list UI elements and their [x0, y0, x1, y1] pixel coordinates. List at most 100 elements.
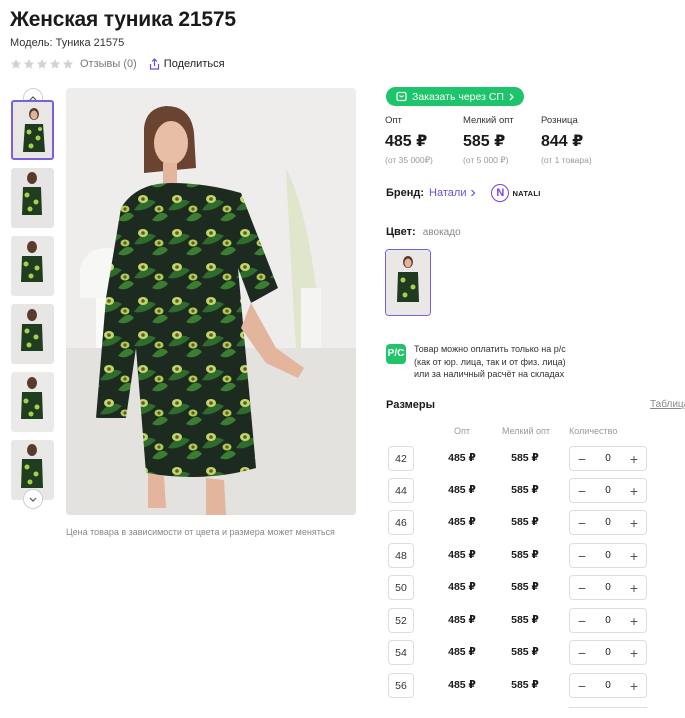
size-row: 54 485 ₽ 585 ₽ − 0 + — [388, 640, 678, 665]
minus-icon[interactable]: − — [575, 548, 589, 564]
thumbs-down-button[interactable] — [23, 489, 43, 509]
star-icon — [50, 59, 60, 69]
plus-icon[interactable]: + — [627, 483, 641, 499]
quantity-value[interactable]: 0 — [605, 485, 611, 496]
payment-line-3: или за наличный расчёт на складах — [414, 369, 565, 379]
thumbnail-5[interactable] — [11, 372, 54, 432]
plus-icon[interactable]: + — [627, 678, 641, 694]
minus-icon[interactable]: − — [575, 580, 589, 596]
size-price-opt: 485 ₽ — [448, 614, 476, 626]
price-value: 485 ₽ — [385, 133, 428, 150]
quantity-value[interactable]: 0 — [605, 680, 611, 691]
minus-icon[interactable]: − — [575, 483, 589, 499]
size-table-link[interactable]: Таблица — [650, 399, 685, 410]
plus-icon[interactable]: + — [627, 645, 641, 661]
color-swatch-avocado[interactable] — [385, 249, 431, 316]
plus-icon[interactable]: + — [627, 580, 641, 596]
price-melk-opt: Мелкий опт 585 ₽ (от 5 000 ₽) — [463, 115, 541, 166]
price-caption: Цена товара в зависимости от цвета и раз… — [66, 527, 335, 537]
chevron-right-icon — [509, 93, 514, 100]
share-button[interactable]: Поделиться — [149, 58, 225, 70]
size-label: 54 — [388, 640, 414, 665]
cart-icon — [396, 91, 407, 102]
size-row: 46 485 ₽ 585 ₽ − 0 + — [388, 510, 678, 535]
size-label: 46 — [388, 510, 414, 535]
product-model: Модель: Туника 21575 — [10, 37, 125, 49]
size-price-opt: 485 ₽ — [448, 679, 476, 691]
minus-icon[interactable]: − — [575, 645, 589, 661]
product-photo-image — [66, 88, 356, 515]
size-price-opt: 485 ₽ — [448, 452, 476, 464]
quantity-stepper[interactable]: − 0 + — [569, 543, 647, 568]
quantity-stepper[interactable]: − 0 + — [569, 673, 647, 698]
product-title: Женская туника 21575 — [10, 8, 236, 31]
size-row: 56 485 ₽ 585 ₽ − 0 + — [388, 673, 678, 698]
size-row: 42 485 ₽ 585 ₽ − 0 + — [388, 446, 678, 471]
thumbnail-4[interactable] — [11, 304, 54, 364]
brand-logo-text: NATALI — [512, 188, 541, 198]
quantity-stepper[interactable]: − 0 + — [569, 446, 647, 471]
quantity-value[interactable]: 0 — [605, 582, 611, 593]
star-icon — [37, 59, 47, 69]
color-swatch-image — [386, 250, 430, 315]
minus-icon[interactable]: − — [575, 451, 589, 467]
quantity-value[interactable]: 0 — [605, 615, 611, 626]
minus-icon[interactable]: − — [575, 613, 589, 629]
plus-icon[interactable]: + — [627, 515, 641, 531]
minus-icon[interactable]: − — [575, 515, 589, 531]
thumbnail-strip — [11, 88, 57, 512]
thumbnail-2[interactable] — [11, 168, 54, 228]
reviews-link[interactable]: Отзывы (0) — [80, 58, 137, 70]
quantity-stepper[interactable]: − 0 + — [569, 608, 647, 633]
quantity-value[interactable]: 0 — [605, 453, 611, 464]
thumbnail-image — [11, 236, 54, 296]
size-price-melk-opt: 585 ₽ — [511, 549, 539, 561]
price-label: Розница — [541, 115, 578, 126]
size-row: 44 485 ₽ 585 ₽ − 0 + — [388, 478, 678, 503]
payment-note: P/C Товар можно оплатить только на р/с (… — [386, 343, 566, 381]
quantity-stepper[interactable]: − 0 + — [569, 640, 647, 665]
brand-row: Бренд: Натали N NATALI — [386, 184, 541, 202]
brand-link[interactable]: Натали — [429, 187, 466, 199]
size-price-melk-opt: 585 ₽ — [511, 581, 539, 593]
size-price-melk-opt: 585 ₽ — [511, 516, 539, 528]
thumbnail-image — [11, 304, 54, 364]
quantity-stepper[interactable]: − 0 + — [569, 478, 647, 503]
minus-icon[interactable]: − — [575, 678, 589, 694]
size-label: 50 — [388, 575, 414, 600]
thumbnail-3[interactable] — [11, 236, 54, 296]
quantity-value[interactable]: 0 — [605, 517, 611, 528]
size-label: 56 — [388, 673, 414, 698]
plus-icon[interactable]: + — [627, 548, 641, 564]
size-price-opt: 485 ₽ — [448, 516, 476, 528]
price-label: Опт — [385, 115, 402, 126]
thumbnail-image — [11, 372, 54, 432]
rating-row: Отзывы (0) Поделиться — [10, 58, 225, 70]
quantity-stepper[interactable]: − 0 + — [569, 510, 647, 535]
payment-line-1: Товар можно оплатить только на р/с — [414, 344, 566, 354]
size-label: 52 — [388, 608, 414, 633]
price-threshold: (от 1 товара) — [541, 155, 592, 165]
price-opt: Опт 485 ₽ (от 35 000₽) — [385, 115, 463, 166]
size-price-melk-opt: 585 ₽ — [511, 679, 539, 691]
quantity-stepper[interactable]: − 0 + — [569, 575, 647, 600]
main-product-photo[interactable] — [66, 88, 356, 515]
size-price-opt: 485 ₽ — [448, 484, 476, 496]
brand-logo[interactable]: N NATALI — [491, 184, 540, 202]
rating-stars — [10, 58, 74, 70]
quantity-value[interactable]: 0 — [605, 647, 611, 658]
header-opt: Опт — [454, 426, 470, 436]
chevron-right-icon — [471, 189, 476, 197]
price-block: Опт 485 ₽ (от 35 000₽) Мелкий опт 585 ₽ … — [385, 115, 619, 166]
size-label: 48 — [388, 543, 414, 568]
color-row: Цвет: авокадо — [386, 226, 461, 238]
plus-icon[interactable]: + — [627, 613, 641, 629]
quantity-value[interactable]: 0 — [605, 550, 611, 561]
thumbnail-1[interactable] — [11, 100, 54, 160]
price-value: 585 ₽ — [463, 133, 506, 150]
order-sp-button[interactable]: Заказать через СП — [386, 87, 524, 106]
color-label: Цвет: — [386, 226, 416, 238]
price-label: Мелкий опт — [463, 115, 514, 126]
plus-icon[interactable]: + — [627, 451, 641, 467]
header-melk-opt: Мелкий опт — [502, 426, 551, 436]
